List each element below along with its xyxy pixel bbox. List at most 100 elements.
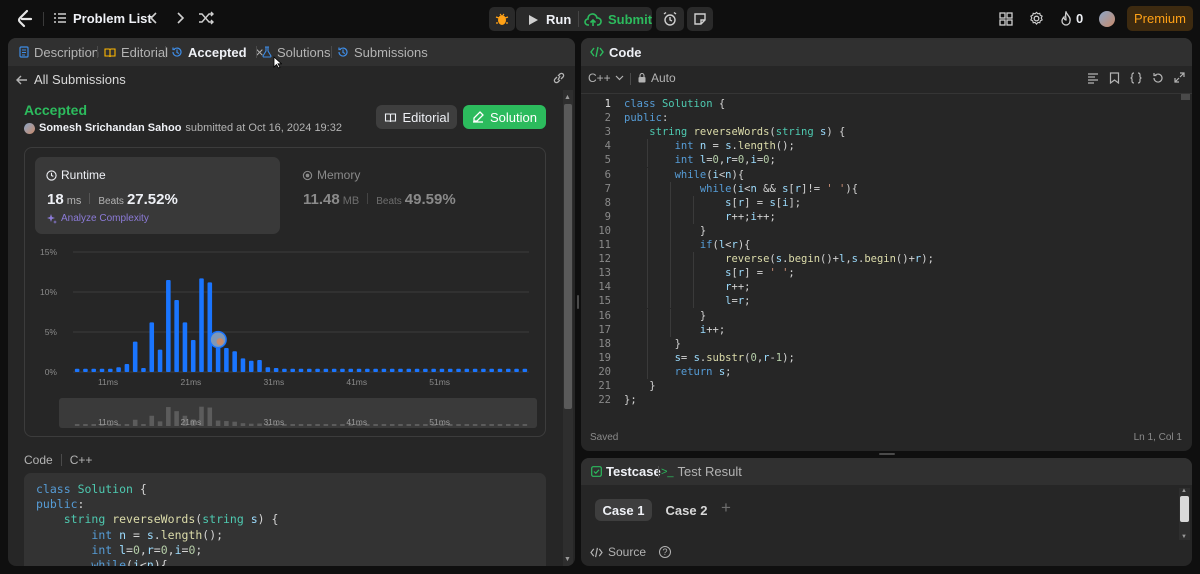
add-case-icon[interactable]: + <box>721 498 731 518</box>
code-line[interactable]: 10 } <box>581 223 1171 238</box>
testcase-scrollbar[interactable]: ▲ ▼ <box>1179 488 1190 540</box>
streak-counter[interactable]: 0 <box>1060 11 1083 26</box>
code-line[interactable]: 14 r++; <box>581 280 1171 295</box>
scroll-up-icon[interactable]: ▲ <box>1181 488 1187 494</box>
bar <box>207 282 213 372</box>
code-line[interactable]: 16 } <box>581 308 1171 323</box>
problem-list-link[interactable]: Problem List <box>73 11 152 26</box>
scroll-down-icon[interactable]: ▼ <box>564 556 571 563</box>
share-link-icon[interactable] <box>552 72 566 84</box>
code-line[interactable]: 5 int l=0,r=0,i=0; <box>581 153 1171 168</box>
code-line[interactable]: 6 while(i<n){ <box>581 167 1171 182</box>
bookmark-icon[interactable] <box>1109 72 1120 84</box>
all-submissions-link[interactable]: All Submissions <box>16 72 126 87</box>
code-line[interactable]: 22}; <box>581 393 1171 407</box>
tab-testcase[interactable]: Testcase <box>591 458 661 485</box>
code-line[interactable]: 4 int n = s.length(); <box>581 139 1171 154</box>
case-2-button[interactable]: Case 2 <box>659 499 714 521</box>
y-tick-label: 15% <box>40 247 57 257</box>
reset-icon[interactable] <box>1152 72 1164 84</box>
tab-editorial[interactable]: Editorial <box>104 38 168 66</box>
code-line[interactable]: 17 i++; <box>581 322 1171 337</box>
tab-test-result[interactable]: >_ Test Result <box>661 458 742 485</box>
tab-submissions[interactable]: Submissions <box>337 38 428 66</box>
braces-icon[interactable] <box>1130 72 1142 84</box>
code-panel-header: Code <box>581 38 1192 66</box>
code-line[interactable]: 9 r++;i++; <box>581 209 1171 224</box>
left-scrollbar[interactable]: ▲ ▼ <box>563 90 573 566</box>
code-line[interactable]: 18 } <box>581 336 1171 351</box>
indent-guide <box>646 139 648 154</box>
settings-gear-icon[interactable] <box>1029 11 1044 26</box>
help-icon[interactable]: ? <box>659 546 672 558</box>
analyze-label: Analyze Complexity <box>61 213 149 224</box>
code-line[interactable]: 3 string reverseWords(string s) { <box>581 125 1171 139</box>
notes-icon[interactable] <box>687 7 713 31</box>
code-line[interactable]: 8 s[r] = s[i]; <box>581 195 1171 210</box>
bar <box>307 368 312 372</box>
prev-problem-icon[interactable] <box>148 11 160 25</box>
scroll-down-icon[interactable]: ▼ <box>1181 534 1187 540</box>
test-result-label: Test Result <box>677 464 742 479</box>
solution-button[interactable]: Solution <box>463 105 546 129</box>
bar <box>257 360 262 372</box>
bar <box>381 368 387 372</box>
avatar[interactable] <box>1099 11 1115 27</box>
tab-description[interactable]: Description <box>19 38 99 66</box>
next-problem-icon[interactable] <box>174 11 186 25</box>
runtime-distribution-chart[interactable]: 15% 10% 5% 0% 11ms 21ms 31ms 41ms 51ms 11ms 21ms 31… <box>25 238 545 433</box>
debug-icon[interactable] <box>489 7 515 31</box>
overview-bar <box>489 424 494 426</box>
expand-icon[interactable] <box>1174 72 1185 83</box>
code-text: string reverseWords(string s) { <box>649 126 846 139</box>
vertical-splitter[interactable] <box>577 295 579 309</box>
case-1-button[interactable]: Case 1 <box>595 499 652 521</box>
code-line[interactable]: 2 public: <box>581 111 1171 125</box>
code-editor[interactable]: 1 class Solution {2 public: 3 string revers… <box>581 97 1179 417</box>
code-text: r++; <box>725 281 751 294</box>
code-line[interactable]: 7 while(i<n && s[r]!= ' '){ <box>581 181 1171 196</box>
leetcode-logo-icon[interactable] <box>16 9 34 29</box>
overview-bar <box>248 423 254 426</box>
run-button[interactable]: Run <box>528 12 571 27</box>
language-select[interactable]: C++ <box>588 71 624 85</box>
horizontal-splitter[interactable] <box>879 453 895 455</box>
line-number: 21 <box>598 380 611 392</box>
code-line[interactable]: 15 l=r; <box>581 294 1171 309</box>
scroll-thumb[interactable] <box>564 104 572 409</box>
code-line[interactable]: 1 class Solution { <box>581 97 1171 111</box>
overview-tick-label: 51ms <box>429 417 450 427</box>
editor-scrollbar[interactable] <box>1181 94 1190 100</box>
code-line[interactable]: 11 if(l<r){ <box>581 238 1171 252</box>
code-line[interactable]: 19 s= s.substr(0,r-1); <box>581 350 1171 365</box>
mouse-cursor-icon <box>273 56 282 69</box>
auto-mode[interactable]: Auto <box>638 71 676 85</box>
indent-guide <box>646 181 648 196</box>
layout-icon[interactable] <box>999 12 1013 26</box>
editorial-button[interactable]: Editorial <box>376 105 457 129</box>
line-number: 9 <box>604 210 611 223</box>
scroll-up-icon[interactable]: ▲ <box>564 94 571 101</box>
submitter-name[interactable]: Somesh Srichandan Sahoo <box>39 122 181 134</box>
bar <box>481 368 486 372</box>
code-line[interactable]: 20 return s; <box>581 364 1171 379</box>
submit-button[interactable]: Submit <box>584 12 652 27</box>
analyze-complexity-link[interactable]: Analyze Complexity <box>47 213 149 224</box>
code-line[interactable]: 21 } <box>581 379 1171 393</box>
tab-accepted[interactable]: Accepted × <box>171 38 264 66</box>
tab-code[interactable]: Code <box>590 38 642 66</box>
code-editor-panel: Code C++ Auto 1 class Solution {2 public: 3… <box>581 38 1192 451</box>
shuffle-icon[interactable] <box>198 11 214 25</box>
memory-box[interactable]: Memory 11.48 MB Beats 49.59% <box>293 157 538 234</box>
alarm-icon[interactable] <box>656 7 684 31</box>
x-tick-label: 51ms <box>429 377 450 387</box>
format-icon[interactable] <box>1087 72 1099 84</box>
runtime-box[interactable]: Runtime 18 ms Beats 27.52% Analyze Compl… <box>35 157 280 234</box>
line-number: 18 <box>598 337 611 350</box>
premium-button[interactable]: Premium <box>1127 6 1193 31</box>
code-line[interactable]: 13 s[r] = ' '; <box>581 266 1171 281</box>
memory-unit: MB <box>342 195 360 207</box>
code-text: } <box>699 309 707 322</box>
code-line[interactable]: 12 reverse(s.begin()+l,s.begin()+r); <box>581 252 1171 267</box>
scroll-thumb[interactable] <box>1180 496 1189 522</box>
